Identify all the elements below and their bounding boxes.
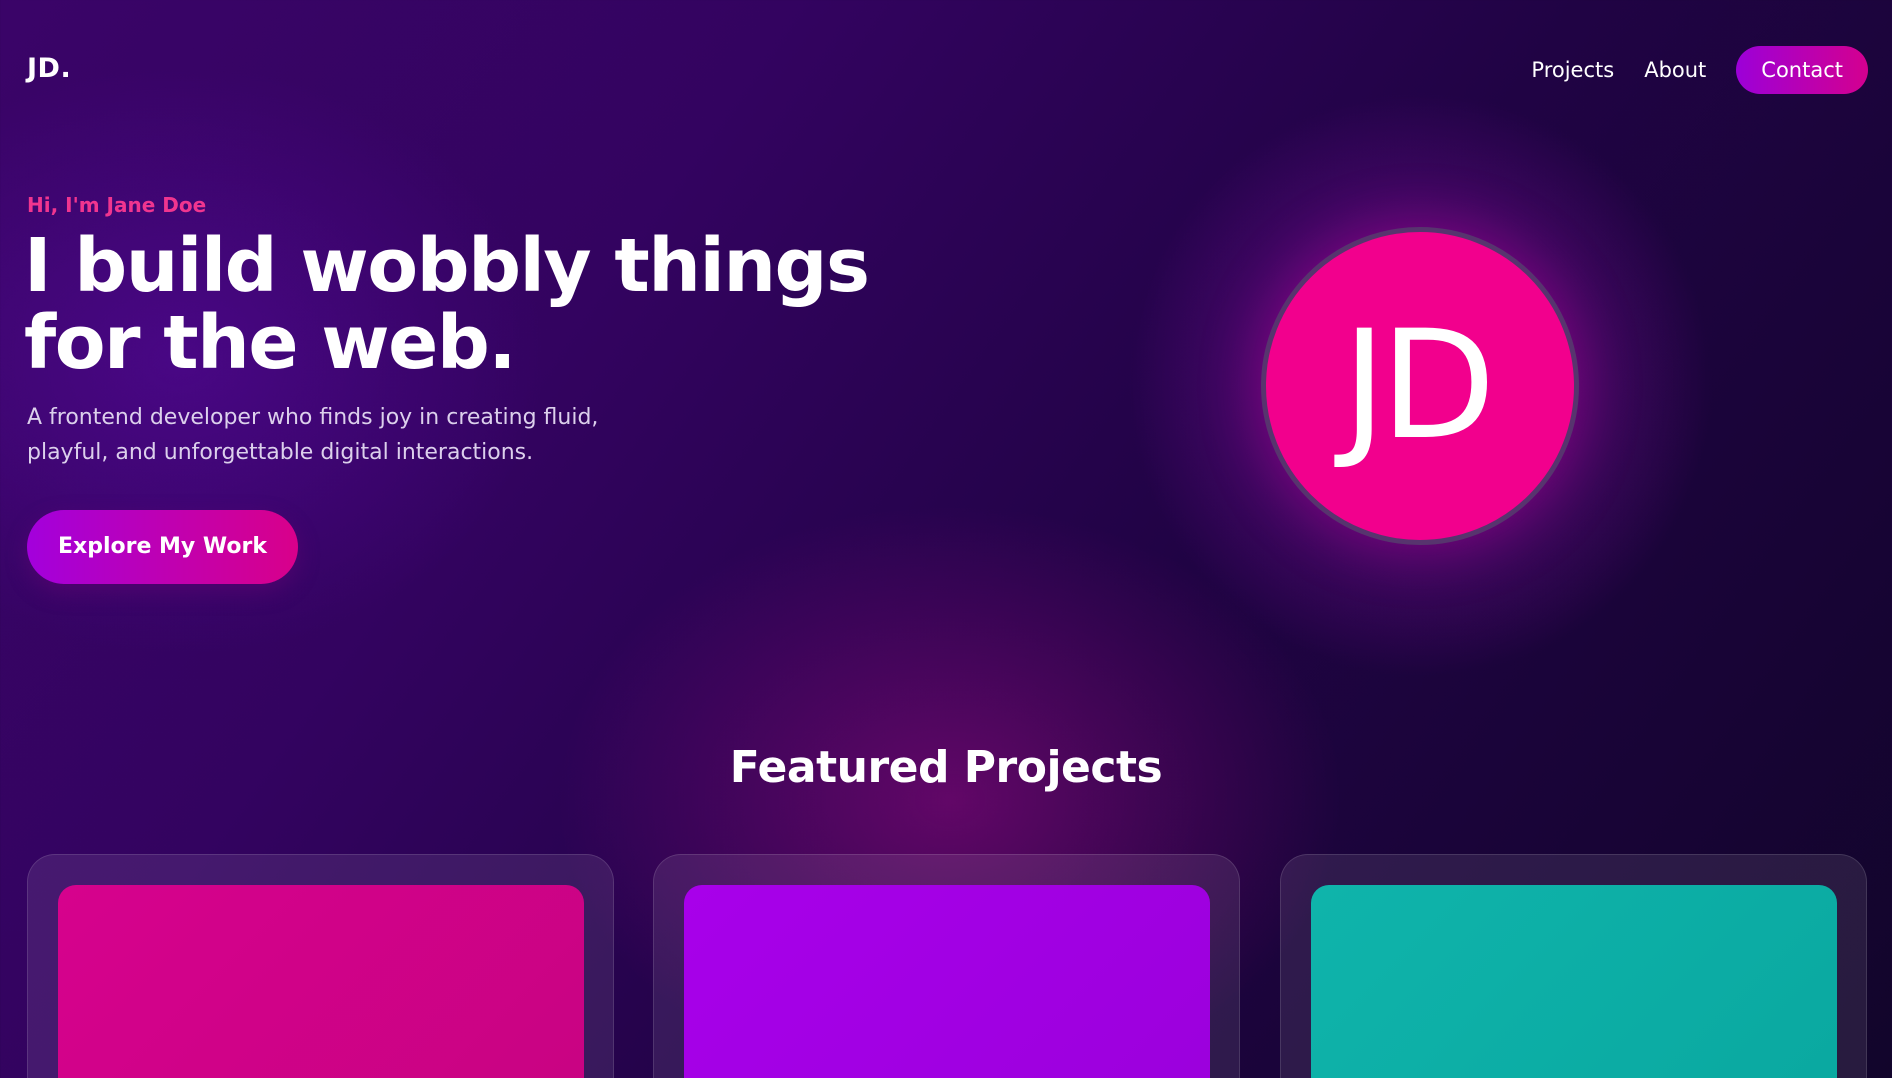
site-logo[interactable]: JD. xyxy=(27,52,71,86)
project-card[interactable] xyxy=(653,854,1240,1078)
project-thumbnail xyxy=(1311,885,1837,1078)
main-nav: Projects About Contact xyxy=(1531,46,1868,94)
hero-subtitle: A frontend developer who finds joy in cr… xyxy=(27,400,667,470)
hero-title-line: I build wobbly things xyxy=(24,223,870,309)
hero-subtitle-line: playful, and unforgettable digital inter… xyxy=(27,440,534,465)
hero-title-line: for the web. xyxy=(24,300,516,386)
explore-work-button[interactable]: Explore My Work xyxy=(27,510,298,584)
project-thumbnail xyxy=(684,885,1210,1078)
nav-link-about[interactable]: About xyxy=(1644,46,1706,94)
nav-link-projects[interactable]: Projects xyxy=(1531,46,1614,94)
project-card[interactable] xyxy=(27,854,614,1078)
hero-greeting: Hi, I'm Jane Doe xyxy=(27,193,207,217)
project-card[interactable] xyxy=(1280,854,1867,1078)
avatar: JD xyxy=(1261,227,1579,545)
site-header: JD. Projects About Contact xyxy=(0,0,1892,140)
section-title: Featured Projects xyxy=(729,742,1163,793)
hero-title: I build wobbly things for the web. xyxy=(24,228,924,382)
contact-button[interactable]: Contact xyxy=(1736,46,1868,94)
avatar-initials: JD xyxy=(1342,299,1496,473)
hero-subtitle-line: A frontend developer who finds joy in cr… xyxy=(27,405,599,430)
project-thumbnail xyxy=(58,885,584,1078)
